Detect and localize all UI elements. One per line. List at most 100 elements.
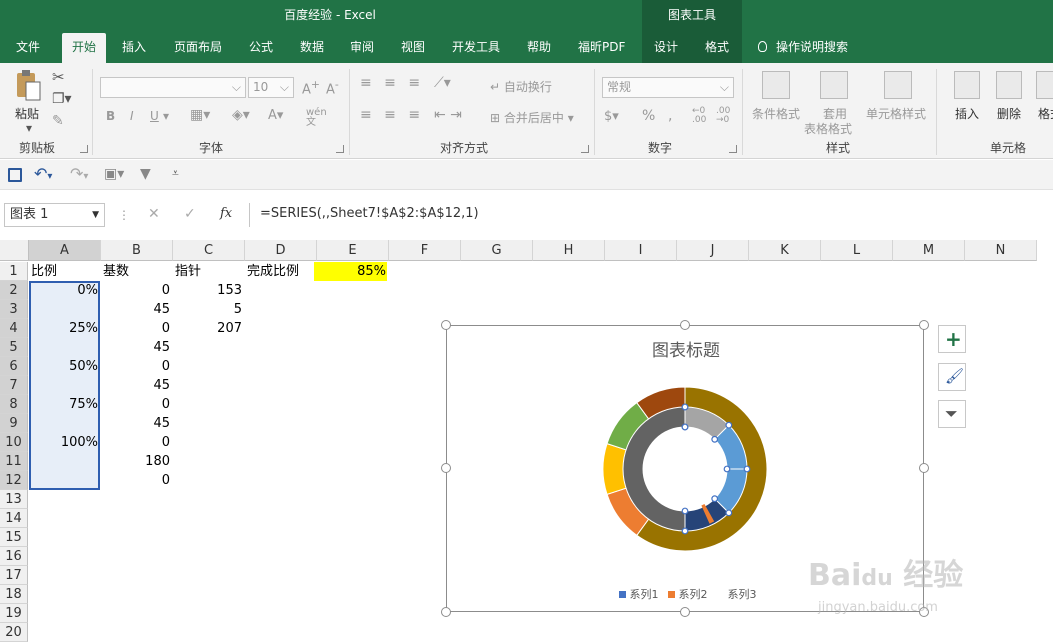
tab-view[interactable]: 视图 (401, 33, 425, 63)
row-header-20[interactable]: 20 (0, 623, 28, 642)
resize-handle-n[interactable] (680, 320, 690, 330)
point-selection-handle[interactable] (725, 509, 733, 517)
merge-center-button[interactable]: ⊞ 合并后居中 ▾ (490, 109, 574, 126)
decrease-decimal-icon[interactable]: .00 →0 (716, 107, 730, 125)
resize-handle-w[interactable] (441, 463, 451, 473)
cell-c4[interactable]: 207 (175, 319, 245, 338)
paste-icon[interactable] (12, 69, 44, 103)
cell-a8[interactable]: 75% (31, 395, 101, 414)
insert-cells-icon[interactable] (954, 71, 980, 99)
save-icon[interactable] (8, 168, 22, 182)
row-header-4[interactable]: 4 (0, 319, 28, 338)
row-header-10[interactable]: 10 (0, 433, 28, 452)
enter-icon[interactable]: ✓ (184, 206, 196, 222)
column-header-f[interactable]: F (389, 240, 461, 261)
tab-page-layout[interactable]: 页面布局 (174, 33, 222, 63)
column-header-a[interactable]: A (29, 240, 101, 261)
column-header-b[interactable]: B (101, 240, 173, 261)
cell-b4[interactable]: 0 (103, 319, 173, 338)
cell-b8[interactable]: 0 (103, 395, 173, 414)
column-header-g[interactable]: G (461, 240, 533, 261)
cell-b6[interactable]: 0 (103, 357, 173, 376)
column-header-n[interactable]: N (965, 240, 1037, 261)
phonetic-icon[interactable]: wén 文 (306, 108, 327, 128)
copy-icon[interactable]: ❐▾ (52, 91, 72, 107)
tab-help[interactable]: 帮助 (527, 33, 551, 63)
chart-elements-button[interactable]: + (938, 325, 966, 353)
paste-dropdown-icon[interactable]: ▾ (26, 121, 32, 135)
point-selection-handle[interactable] (681, 423, 689, 431)
delete-cells-icon[interactable] (996, 71, 1022, 99)
cell-a4[interactable]: 25% (31, 319, 101, 338)
percent-icon[interactable]: % (642, 108, 655, 124)
resize-handle-ne[interactable] (919, 320, 929, 330)
conditional-format-button[interactable]: 条件格式 (752, 105, 800, 122)
column-header-j[interactable]: J (677, 240, 749, 261)
format-cells-button[interactable]: 格式 (1038, 105, 1053, 122)
row-header-2[interactable]: 2 (0, 281, 28, 300)
cell-b5[interactable]: 45 (103, 338, 173, 357)
indent-icons[interactable]: ⇤ ⇥ (434, 107, 462, 123)
column-header-k[interactable]: K (749, 240, 821, 261)
font-size-combo[interactable]: 10 ⌵ (248, 77, 294, 98)
border-icon[interactable]: ▦▾ (190, 107, 210, 123)
table-format-button-line2[interactable]: 表格格式 (804, 120, 852, 137)
point-selection-handle[interactable] (681, 403, 689, 411)
orientation-icon[interactable]: ⟋▾ (434, 75, 451, 91)
tab-foxit-pdf[interactable]: 福昕PDF (578, 33, 625, 63)
row-header-15[interactable]: 15 (0, 528, 28, 547)
tab-design[interactable]: 设计 (654, 33, 678, 63)
row-header-6[interactable]: 6 (0, 357, 28, 376)
cancel-icon[interactable]: ✕ (148, 206, 160, 222)
point-selection-handle[interactable] (743, 465, 751, 473)
tell-me-search[interactable]: 操作说明搜索 (758, 33, 848, 63)
tab-formulas[interactable]: 公式 (249, 33, 273, 63)
clipboard-launcher-icon[interactable] (80, 145, 88, 153)
accounting-icon[interactable]: $▾ (604, 109, 619, 124)
format-cells-icon[interactable] (1036, 71, 1053, 99)
point-selection-handle[interactable] (725, 421, 733, 429)
cell-c3[interactable]: 5 (175, 300, 245, 319)
decrease-font-icon[interactable]: A- (326, 78, 339, 97)
paste-button[interactable]: 粘贴 (15, 105, 39, 122)
chart-legend[interactable]: 系列1 系列2 系列3 (619, 586, 779, 602)
conditional-format-icon[interactable] (762, 71, 790, 99)
row-header-17[interactable]: 17 (0, 566, 28, 585)
cell-b3[interactable]: 45 (103, 300, 173, 319)
row-header-16[interactable]: 16 (0, 547, 28, 566)
row-header-19[interactable]: 19 (0, 604, 28, 623)
resize-handle-nw[interactable] (441, 320, 451, 330)
cell-e1[interactable]: 85% (319, 262, 389, 281)
undo-icon[interactable]: ↶▾ (34, 164, 52, 183)
column-header-d[interactable]: D (245, 240, 317, 261)
tab-format[interactable]: 格式 (705, 33, 729, 63)
form-icon[interactable]: ▣▾ (104, 166, 124, 182)
tab-insert[interactable]: 插入 (122, 33, 146, 63)
insert-function-icon[interactable]: fx (220, 206, 232, 221)
cell-b9[interactable]: 45 (103, 414, 173, 433)
row-header-5[interactable]: 5 (0, 338, 28, 357)
cell-a10[interactable]: 100% (31, 433, 101, 452)
column-header-h[interactable]: H (533, 240, 605, 261)
delete-cells-button[interactable]: 删除 (997, 105, 1021, 122)
fill-color-icon[interactable]: ◈▾ (232, 107, 250, 123)
underline-dropdown-icon[interactable]: ▾ (163, 109, 169, 123)
cell-b7[interactable]: 45 (103, 376, 173, 395)
font-color-icon[interactable]: A▾ (268, 108, 283, 123)
alignment-launcher-icon[interactable] (581, 145, 589, 153)
font-launcher-icon[interactable] (336, 145, 344, 153)
legend-entry-2[interactable]: 系列2 (668, 588, 708, 601)
insert-cells-button[interactable]: 插入 (955, 105, 979, 122)
increase-font-icon[interactable]: A+ (302, 78, 320, 97)
row-header-1[interactable]: 1 (0, 262, 28, 281)
row-header-13[interactable]: 13 (0, 490, 28, 509)
chart-filters-button[interactable]: ⏷ (938, 400, 966, 428)
cell-styles-button[interactable]: 单元格样式 (866, 105, 926, 122)
cut-icon[interactable]: ✂ (52, 68, 65, 86)
row-header-8[interactable]: 8 (0, 395, 28, 414)
redo-icon[interactable]: ↷▾ (70, 164, 88, 183)
resize-handle-s[interactable] (680, 607, 690, 617)
row-header-14[interactable]: 14 (0, 509, 28, 528)
table-format-icon[interactable] (820, 71, 848, 99)
row-header-11[interactable]: 11 (0, 452, 28, 471)
